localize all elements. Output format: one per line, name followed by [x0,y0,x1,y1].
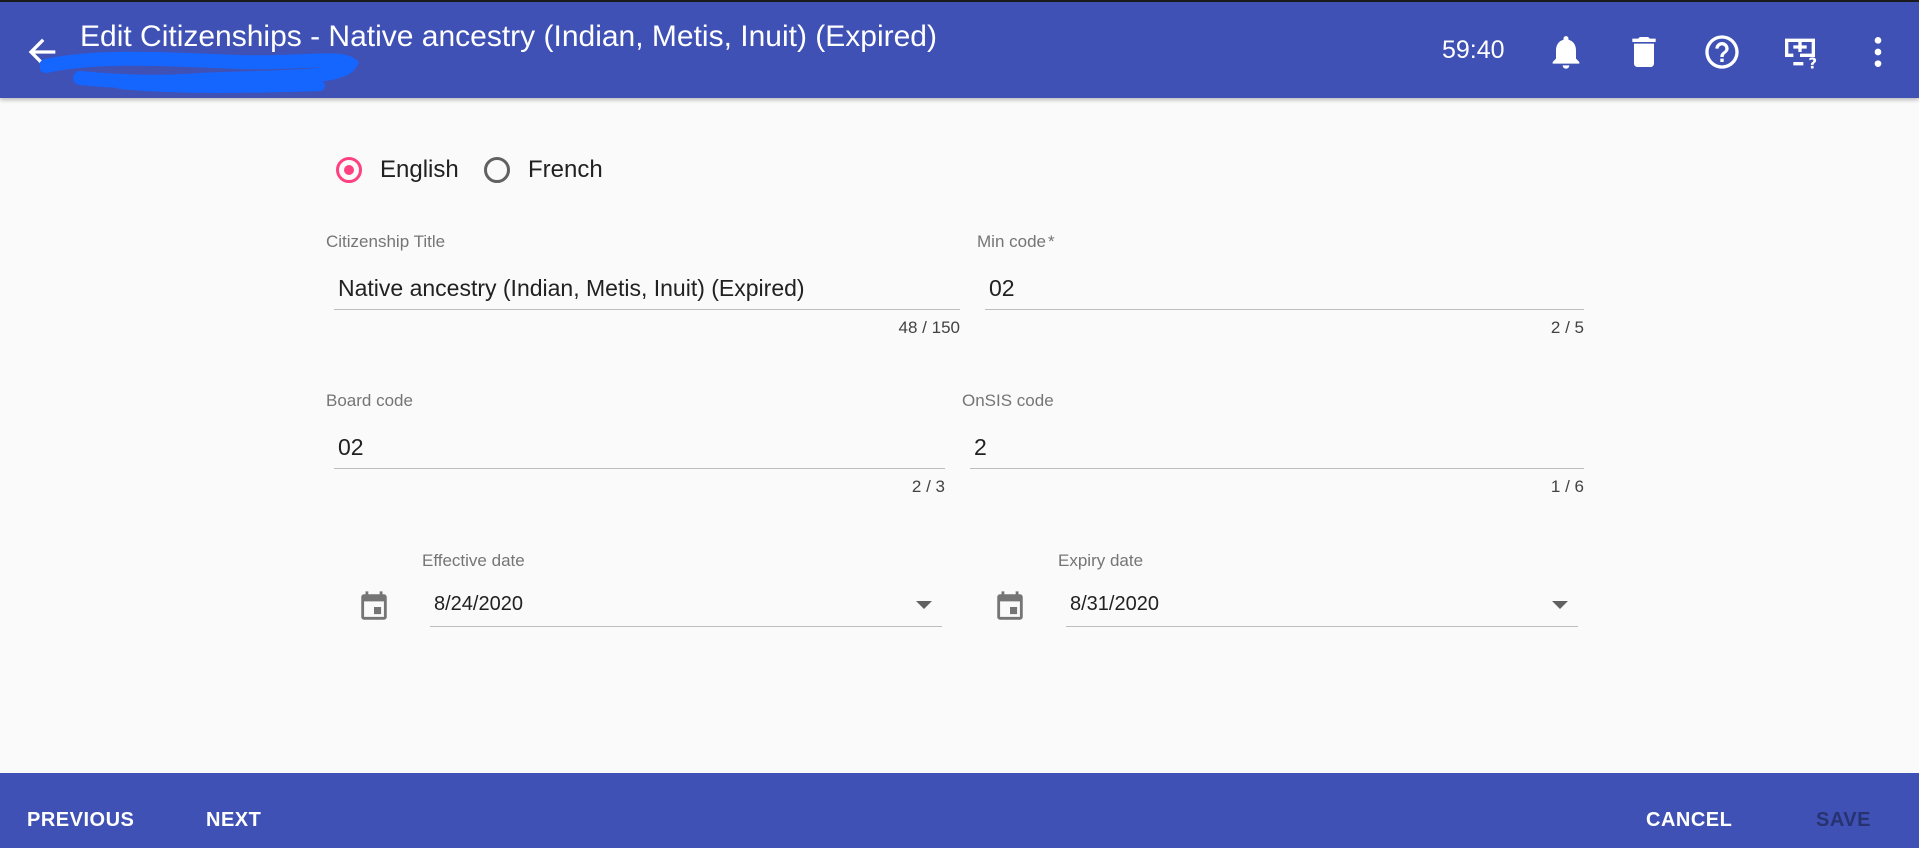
redaction-scribble [40,51,360,93]
radio-french[interactable]: French [484,150,603,190]
citizenship-title-counter: 48 / 150 [898,318,960,337]
citizenship-title-label: Citizenship Title [326,232,446,251]
radio-english-label: English [380,156,459,183]
save-button[interactable]: SAVE [1816,809,1871,832]
expiry-date-field: Expiry date 8/31/2020 [1058,551,1578,631]
help-icon[interactable] [1702,32,1742,72]
onsis-code-counter: 1 / 6 [1550,477,1584,496]
min-code-label: Min code * [977,232,1055,251]
effective-date-field: Effective date 8/24/2020 [422,551,942,631]
screen-help-icon[interactable]: ? [1780,32,1820,72]
citizenship-title-field: Citizenship Title Native ancestry (India… [326,232,960,342]
radio-french-label: French [528,156,603,183]
previous-button[interactable]: PREVIOUS [27,809,134,832]
effective-date-value: 8/24/2020 [434,593,523,615]
footer-action-bar: PREVIOUS NEXT CANCEL SAVE [0,773,1919,848]
app-bar: Edit Citizenships - Native ancestry (Ind… [0,0,1919,98]
expiry-date-input[interactable]: 8/31/2020 [1066,585,1578,627]
citizenship-title-input[interactable]: Native ancestry (Indian, Metis, Inuit) (… [334,272,960,310]
board-code-label: Board code [326,391,413,410]
cancel-button[interactable]: CANCEL [1646,809,1732,832]
expiry-date-label: Expiry date [1058,551,1144,570]
effective-date-label: Effective date [422,551,525,570]
radio-unchecked-icon[interactable] [484,157,510,183]
dropdown-arrow-icon[interactable] [916,601,932,609]
effective-date-input[interactable]: 8/24/2020 [430,585,942,627]
calendar-icon[interactable] [357,590,391,624]
onsis-code-input[interactable]: 2 [970,431,1584,469]
radio-checked-icon[interactable] [336,157,362,183]
session-timer: 59:40 [1442,36,1505,64]
onsis-code-field: OnSIS code 2 1 / 6 [962,391,1584,501]
min-code-input[interactable]: 02 [985,272,1584,310]
min-code-counter: 2 / 5 [1550,318,1584,337]
next-button[interactable]: NEXT [206,809,261,832]
radio-english[interactable]: English [336,150,459,190]
svg-text:?: ? [1808,55,1817,72]
required-mark: * [1047,232,1055,251]
delete-icon[interactable] [1624,32,1664,72]
board-code-counter: 2 / 3 [911,477,945,496]
bell-icon[interactable] [1546,32,1586,72]
onsis-code-label: OnSIS code [962,391,1054,410]
board-code-input[interactable]: 02 [334,431,945,469]
board-code-field: Board code 02 2 / 3 [326,391,945,501]
min-code-field: Min code * 02 2 / 5 [977,232,1584,342]
more-vert-icon[interactable] [1858,32,1898,72]
expiry-date-value: 8/31/2020 [1070,593,1159,615]
page-title: Edit Citizenships - Native ancestry (Ind… [80,20,937,53]
calendar-icon[interactable] [993,590,1027,624]
dropdown-arrow-icon[interactable] [1552,601,1568,609]
